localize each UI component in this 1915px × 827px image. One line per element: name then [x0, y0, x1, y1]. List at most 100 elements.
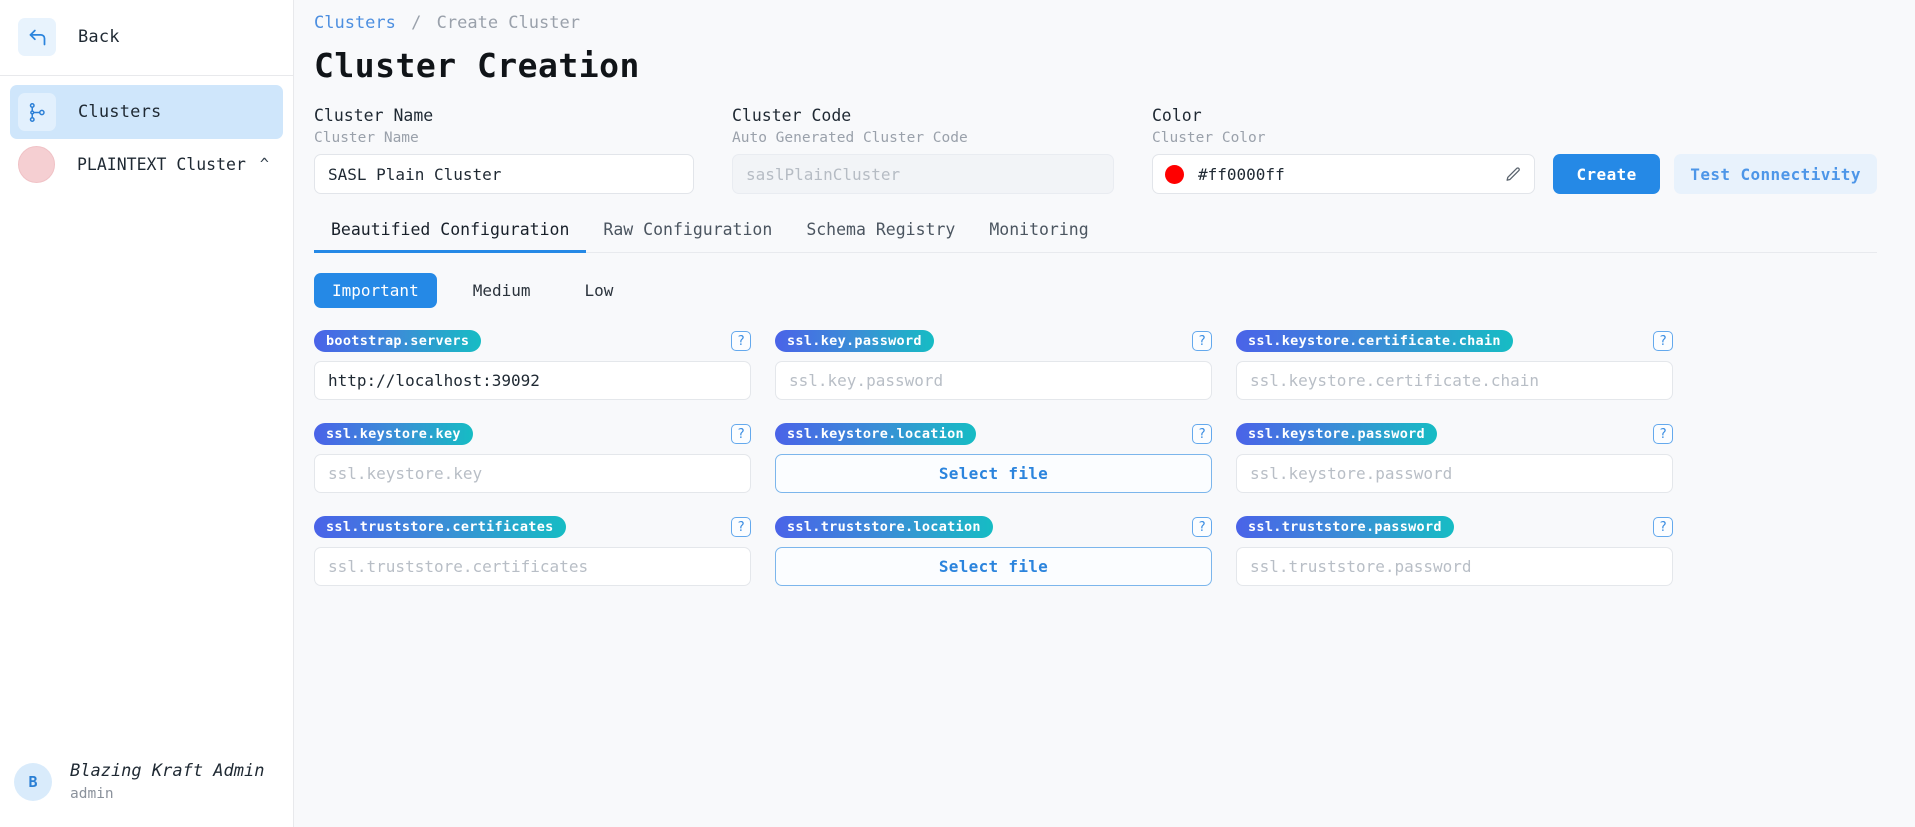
config-value-input[interactable]: [1236, 454, 1673, 493]
sidebar-user-footer[interactable]: B Blazing Kraft Admin admin: [0, 761, 293, 827]
cluster-code-input[interactable]: [732, 154, 1114, 194]
cluster-color-dot: [18, 146, 55, 183]
user-name: Blazing Kraft Admin: [70, 761, 264, 782]
severity-filter-group: Important Medium Low: [314, 273, 1877, 308]
color-title: Color: [1152, 106, 1535, 126]
config-key-badge: ssl.keystore.key: [314, 423, 473, 445]
sidebar-back-label: Back: [78, 27, 120, 47]
main-content: Clusters / Create Cluster Cluster Creati…: [294, 0, 1915, 827]
breadcrumb-link-clusters[interactable]: Clusters: [314, 13, 396, 33]
tab-raw-configuration[interactable]: Raw Configuration: [586, 220, 789, 253]
config-value-input[interactable]: [1236, 361, 1673, 400]
select-file-button[interactable]: Select file: [775, 454, 1212, 493]
tab-label: Raw Configuration: [603, 220, 772, 239]
help-icon[interactable]: ?: [1653, 331, 1673, 351]
sidebar-clusters-label: Clusters: [78, 102, 161, 122]
color-value: #ff0000ff: [1198, 165, 1285, 184]
config-field-header: ssl.key.password?: [775, 330, 1212, 352]
config-field: ssl.keystore.location? Select file: [775, 423, 1212, 493]
color-input-wrapper[interactable]: #ff0000ff: [1152, 154, 1535, 194]
config-key-badge: ssl.truststore.certificates: [314, 516, 566, 538]
test-connectivity-button[interactable]: Test Connectivity: [1674, 154, 1877, 194]
breadcrumb: Clusters / Create Cluster: [314, 12, 1877, 34]
config-field: ssl.keystore.certificate.chain?: [1236, 330, 1673, 400]
help-icon[interactable]: ?: [1192, 331, 1212, 351]
avatar: B: [14, 763, 52, 801]
help-icon[interactable]: ?: [1192, 517, 1212, 537]
sidebar-item-back[interactable]: Back: [10, 10, 283, 64]
config-key-badge: ssl.keystore.location: [775, 423, 976, 445]
tab-bar: Beautified Configuration Raw Configuratio…: [314, 220, 1877, 253]
chevron-up-icon[interactable]: ^: [260, 157, 269, 172]
config-key-badge: ssl.keystore.password: [1236, 423, 1437, 445]
page-title: Cluster Creation: [314, 46, 1877, 85]
severity-chip-important[interactable]: Important: [314, 273, 437, 308]
cluster-name-field: Cluster Name Cluster Name: [314, 106, 694, 194]
help-icon[interactable]: ?: [1653, 517, 1673, 537]
select-file-button[interactable]: Select file: [775, 547, 1212, 586]
pencil-icon[interactable]: [1505, 166, 1522, 183]
cluster-name-label: PLAINTEXT Cluster: [77, 155, 246, 174]
config-field-header: ssl.truststore.certificates?: [314, 516, 751, 538]
config-field-header: ssl.truststore.password?: [1236, 516, 1673, 538]
config-key-badge: bootstrap.servers: [314, 330, 481, 352]
cluster-code-title: Cluster Code: [732, 106, 1114, 126]
color-subtitle: Cluster Color: [1152, 130, 1535, 147]
config-field: ssl.truststore.password?: [1236, 516, 1673, 586]
config-value-input[interactable]: [314, 454, 751, 493]
cluster-code-field: Cluster Code Auto Generated Cluster Code: [732, 106, 1114, 194]
tab-beautified-configuration[interactable]: Beautified Configuration: [314, 220, 586, 253]
config-value-input[interactable]: [1236, 547, 1673, 586]
tab-schema-registry[interactable]: Schema Registry: [789, 220, 972, 253]
breadcrumb-current: Create Cluster: [437, 13, 580, 33]
sidebar-item-plaintext-cluster[interactable]: PLAINTEXT Cluster ^: [10, 139, 283, 189]
help-icon[interactable]: ?: [1653, 424, 1673, 444]
cluster-name-input[interactable]: [314, 154, 694, 194]
config-value-input[interactable]: [314, 361, 751, 400]
create-button[interactable]: Create: [1553, 154, 1660, 194]
severity-chip-low[interactable]: Low: [567, 273, 632, 308]
app-root: Back Clusters PLAINTEXT Cluste: [0, 0, 1915, 827]
tab-monitoring[interactable]: Monitoring: [972, 220, 1105, 253]
sidebar: Back Clusters PLAINTEXT Cluste: [0, 0, 294, 827]
help-icon[interactable]: ?: [731, 424, 751, 444]
config-key-badge: ssl.truststore.location: [775, 516, 993, 538]
config-value-input[interactable]: [314, 547, 751, 586]
help-icon[interactable]: ?: [731, 517, 751, 537]
cluster-name-subtitle: Cluster Name: [314, 130, 694, 147]
config-key-badge: ssl.keystore.certificate.chain: [1236, 330, 1513, 352]
breadcrumb-separator: /: [411, 13, 421, 33]
config-field-header: ssl.keystore.password?: [1236, 423, 1673, 445]
cluster-color-field: Color Cluster Color #ff0000ff: [1152, 106, 1535, 194]
help-icon[interactable]: ?: [1192, 424, 1212, 444]
cluster-nodes-icon: [18, 93, 56, 131]
config-field-header: ssl.truststore.location?: [775, 516, 1212, 538]
config-field: bootstrap.servers?: [314, 330, 751, 400]
cluster-form-row: Cluster Name Cluster Name Cluster Code A…: [314, 106, 1877, 194]
cluster-name-title: Cluster Name: [314, 106, 694, 126]
sidebar-top-section: Back: [0, 0, 293, 76]
tab-label: Monitoring: [989, 220, 1088, 239]
tab-label: Schema Registry: [806, 220, 955, 239]
config-field: ssl.key.password?: [775, 330, 1212, 400]
config-field-header: ssl.keystore.location?: [775, 423, 1212, 445]
configuration-grid: bootstrap.servers?ssl.key.password?ssl.k…: [314, 330, 1877, 586]
config-key-badge: ssl.truststore.password: [1236, 516, 1454, 538]
arrow-left-icon: [18, 18, 56, 56]
sidebar-nav: Clusters PLAINTEXT Cluster ^: [0, 76, 293, 189]
user-meta: Blazing Kraft Admin admin: [70, 761, 264, 803]
user-role: admin: [70, 785, 264, 803]
tab-label: Beautified Configuration: [331, 220, 569, 239]
config-field: ssl.keystore.key?: [314, 423, 751, 493]
cluster-code-subtitle: Auto Generated Cluster Code: [732, 130, 1114, 147]
config-key-badge: ssl.key.password: [775, 330, 934, 352]
help-icon[interactable]: ?: [731, 331, 751, 351]
config-field-header: bootstrap.servers?: [314, 330, 751, 352]
sidebar-item-clusters[interactable]: Clusters: [10, 85, 283, 139]
config-field: ssl.keystore.password?: [1236, 423, 1673, 493]
severity-chip-medium[interactable]: Medium: [455, 273, 549, 308]
config-field: ssl.truststore.certificates?: [314, 516, 751, 586]
config-field-header: ssl.keystore.certificate.chain?: [1236, 330, 1673, 352]
config-field-header: ssl.keystore.key?: [314, 423, 751, 445]
config-value-input[interactable]: [775, 361, 1212, 400]
